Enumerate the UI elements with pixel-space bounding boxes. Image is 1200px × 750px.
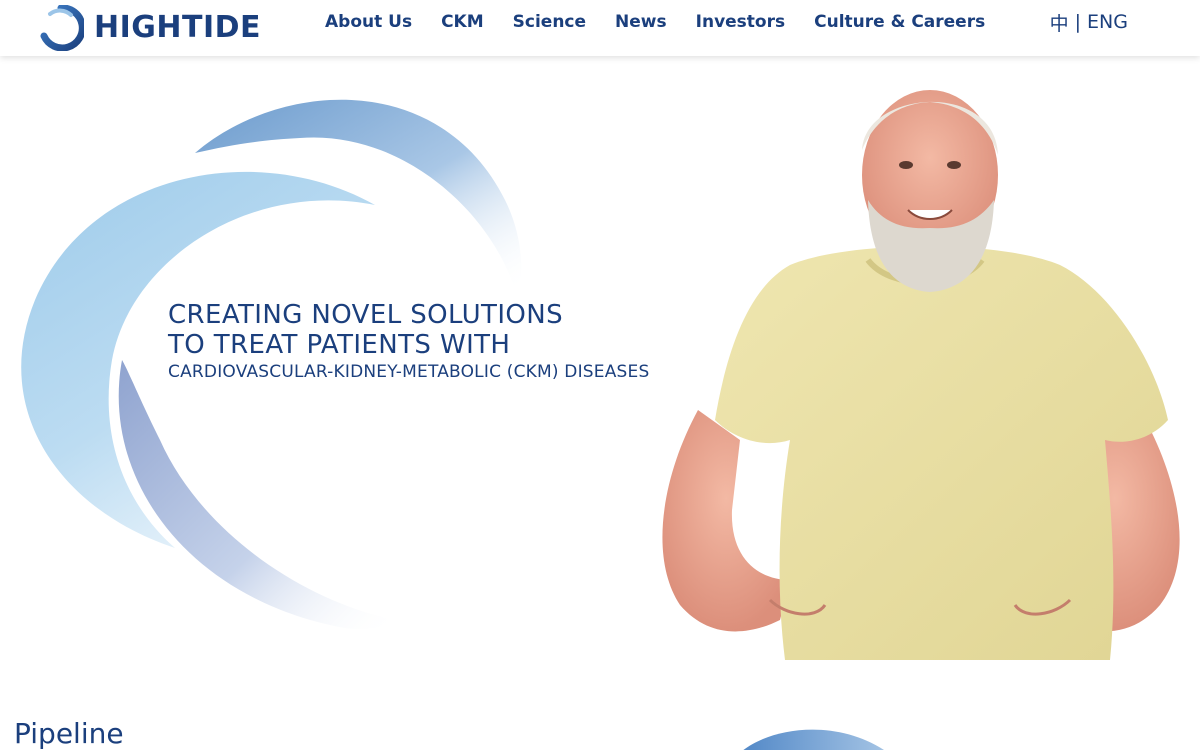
- hightide-logo-icon: [40, 5, 84, 51]
- nav-ckm[interactable]: CKM: [441, 12, 484, 32]
- hero-headline-block: CREATING NOVEL SOLUTIONS TO TREAT PATIEN…: [168, 300, 649, 384]
- lang-chinese-link[interactable]: 中: [1050, 9, 1069, 36]
- pipeline-swirl-graphic: [743, 729, 884, 750]
- lang-english-link[interactable]: ENG: [1087, 11, 1128, 33]
- hightide-logo[interactable]: HIGHTIDE: [38, 4, 261, 52]
- nav-about-us[interactable]: About Us: [325, 12, 412, 32]
- hero-headline-line-2: TO TREAT PATIENTS WITH: [168, 330, 511, 360]
- hero-photo-smiling-man: [662, 90, 1180, 660]
- logo-wordmark: HIGHTIDE: [94, 10, 262, 45]
- language-switcher: 中 | ENG: [1050, 0, 1128, 44]
- hero-headline-line-1: CREATING NOVEL SOLUTIONS: [168, 300, 564, 330]
- hero-subheadline: CARDIOVASCULAR-KIDNEY-METABOLIC (CKM) DI…: [168, 362, 650, 382]
- nav-science[interactable]: Science: [513, 12, 586, 32]
- pipeline-section-title: Pipeline: [14, 717, 124, 750]
- lang-separator: |: [1074, 11, 1082, 33]
- nav-investors[interactable]: Investors: [696, 12, 785, 32]
- nav-news[interactable]: News: [615, 12, 667, 32]
- page: HIGHTIDE About Us CKM Science News Inves…: [0, 0, 1200, 750]
- nav-culture-careers[interactable]: Culture & Careers: [814, 12, 985, 32]
- main-nav: About Us CKM Science News Investors Cult…: [325, 0, 1014, 44]
- site-header: HIGHTIDE About Us CKM Science News Inves…: [0, 0, 1200, 56]
